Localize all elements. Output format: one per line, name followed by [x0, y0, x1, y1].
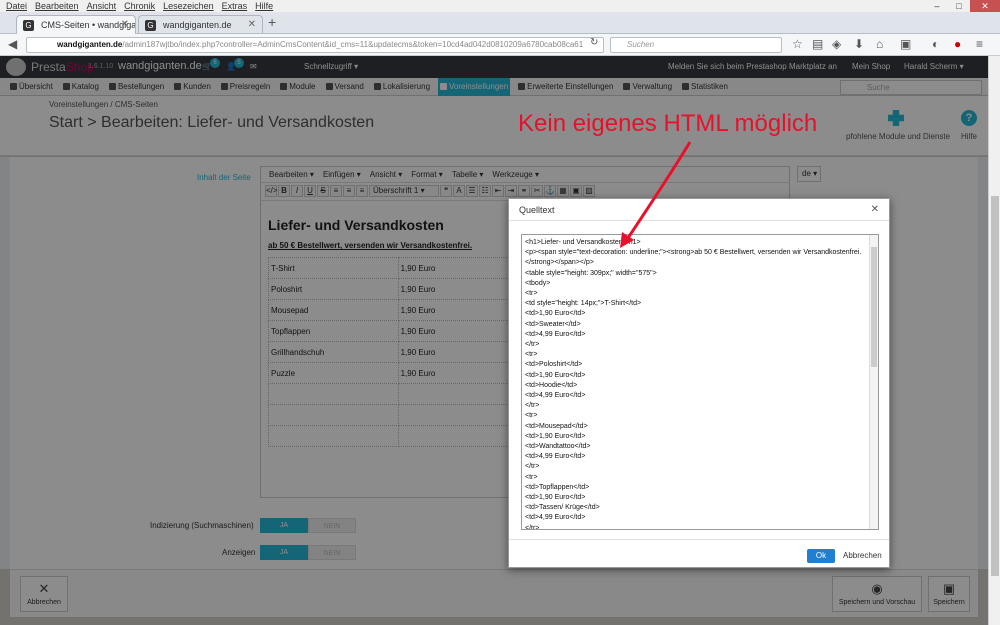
source-line: <tr> [525, 412, 538, 420]
menu-6[interactable]: Hilfe [255, 0, 273, 12]
source-line: </tr> [525, 341, 540, 349]
source-line: </tr> [525, 402, 540, 410]
reader-icon[interactable]: ▤ [812, 37, 823, 51]
adblock-icon[interactable]: ● [954, 37, 961, 51]
close-window-button[interactable]: ✕ [970, 0, 1000, 12]
source-line: <td>1,90 Euro</td> [525, 494, 586, 502]
tab-cms-seiten[interactable]: G CMS-Seiten • wandgiganten.de ✕ [16, 15, 136, 34]
source-line: <td>Poloshirt</td> [525, 361, 583, 369]
close-tab-icon[interactable]: ✕ [248, 16, 256, 34]
textarea-scrollbar-thumb[interactable] [871, 247, 877, 367]
url-input[interactable]: wandgiganten.de/admin187wjtbo/index.php?… [26, 37, 604, 53]
dialog-close-icon[interactable]: ✕ [871, 199, 879, 221]
window-controls: – □ ✕ [926, 0, 1000, 12]
new-tab-button[interactable]: + [268, 14, 276, 30]
dialog-title: Quelltext [509, 199, 889, 221]
source-line: <td>1,90 Euro</td> [525, 371, 586, 379]
search-placeholder: Suchen [627, 40, 655, 49]
textarea-scrollbar[interactable] [869, 235, 878, 529]
reload-icon[interactable]: ↻ [590, 37, 598, 48]
menu-0[interactable]: Datei [6, 0, 27, 12]
source-line: <td>1,90 Euro</td> [525, 310, 586, 318]
source-line: <tbody> [525, 279, 551, 287]
menu-5[interactable]: Extras [222, 0, 248, 12]
pocket-icon[interactable]: ◈ [832, 37, 841, 51]
source-line: <tr> [525, 473, 538, 481]
url-path: /admin187wjtbo/index.php?controller=Admi… [122, 40, 584, 49]
menu-4[interactable]: Lesezeichen [163, 0, 214, 12]
dialog-footer: Ok Abbrechen [509, 539, 889, 569]
navigation-bar: ◀ wandgiganten.de/admin187wjtbo/index.ph… [0, 34, 1000, 56]
scrollbar-thumb[interactable] [991, 196, 999, 576]
source-line: <td>4,99 Euro</td> [525, 453, 586, 461]
source-line: <p><span style="text-decoration: underli… [525, 249, 862, 267]
source-line: <td>Tassen/ Krüge</td> [525, 504, 600, 512]
source-line: <td style="height: 14px;">T-Shirt</td> [525, 300, 642, 308]
source-code-textarea[interactable]: <h1>Liefer- und Versandkosten</h1> <p><sp… [521, 234, 879, 530]
close-tab-icon[interactable]: ✕ [121, 16, 129, 34]
source-code-dialog: Quelltext ✕ <h1>Liefer- und Versandkoste… [508, 198, 890, 568]
url-host: wandgiganten.de [57, 40, 123, 49]
minimize-button[interactable]: – [926, 0, 948, 12]
page-scrollbar[interactable] [988, 56, 1000, 625]
source-line: <td>Topflappen</td> [525, 483, 590, 491]
tab-bar: G CMS-Seiten • wandgiganten.de ✕ G wandg… [0, 12, 1000, 34]
source-line: </tr> [525, 463, 540, 471]
source-line: <h1>Liefer- und Versandkosten</h1> [525, 239, 641, 246]
dialog-cancel-button[interactable]: Abbrechen [843, 549, 882, 563]
source-line: <tr> [525, 290, 538, 298]
ok-button[interactable]: Ok [807, 549, 835, 563]
hamburger-menu-icon[interactable]: ≡ [976, 37, 983, 51]
source-line: <table style="height: 309px;" width="575… [525, 269, 657, 277]
browser-menubar: Datei Bearbeiten Ansicht Chronik Lesezeichen… [0, 0, 1000, 12]
bookmark-star-icon[interactable]: ☆ [792, 37, 803, 51]
browser-search-input[interactable]: Suchen [610, 37, 782, 53]
menu-3[interactable]: Chronik [124, 0, 155, 12]
favicon-icon: G [145, 20, 156, 31]
annotation-text: Kein eigenes HTML möglich [518, 110, 818, 137]
source-line: </tr> [525, 524, 540, 530]
source-line: <td>Mousepad</td> [525, 422, 588, 430]
extension-icon[interactable]: ◐ [932, 37, 939, 51]
source-line: <td>1,90 Euro</td> [525, 432, 586, 440]
download-icon[interactable]: ⬇ [854, 37, 864, 51]
menu-2[interactable]: Ansicht [87, 0, 117, 12]
addon-icon[interactable]: ▣ [900, 37, 911, 51]
maximize-button[interactable]: □ [948, 0, 970, 12]
source-line: <td>Sweater</td> [525, 320, 581, 328]
source-line: <td>Wandtattoo</td> [525, 443, 591, 451]
menu-1[interactable]: Bearbeiten [35, 0, 79, 12]
favicon-icon: G [23, 20, 34, 31]
tab-label: wandgiganten.de [163, 20, 232, 30]
source-line: <td>4,99 Euro</td> [525, 330, 586, 338]
back-icon[interactable]: ◀ [8, 37, 17, 51]
source-line: <td>4,99 Euro</td> [525, 392, 586, 400]
tab-wandgiganten[interactable]: G wandgiganten.de ✕ [138, 15, 263, 34]
source-line: <td>Hoodie</td> [525, 381, 578, 389]
source-line: <td>4,99 Euro</td> [525, 514, 586, 522]
source-line: <tr> [525, 351, 538, 359]
home-icon[interactable]: ⌂ [876, 37, 883, 51]
